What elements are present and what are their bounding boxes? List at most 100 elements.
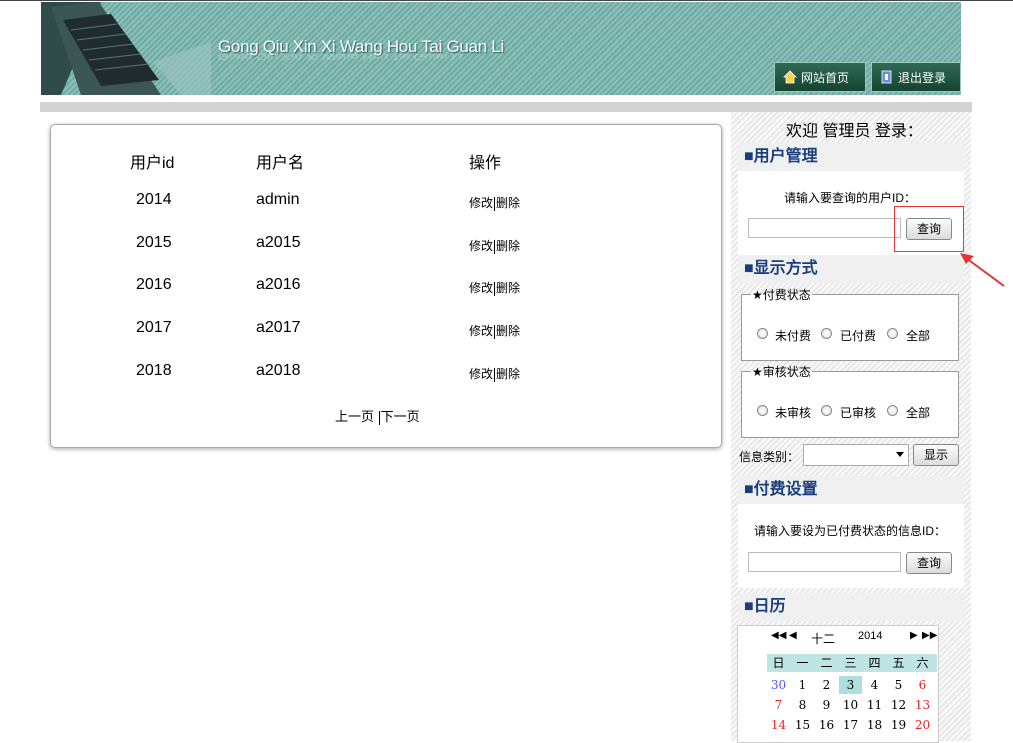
- divider: [494, 196, 496, 211]
- calendar-day[interactable]: 30: [767, 676, 790, 694]
- edit-link[interactable]: 修改: [469, 239, 493, 253]
- category-label: 信息类别：: [739, 450, 800, 464]
- category-select[interactable]: [803, 444, 909, 466]
- welcome-text: 欢迎 管理员 登录：: [786, 123, 923, 140]
- calendar-day[interactable]: 19: [887, 716, 910, 734]
- calendar-day[interactable]: 7: [767, 696, 790, 714]
- home-icon: [783, 70, 797, 84]
- calendar-day[interactable]: 5: [887, 676, 910, 694]
- pay-status-legend: ★付费状态: [752, 288, 811, 302]
- radio-reviewed-label: 已审核: [840, 406, 877, 420]
- calendar-day[interactable]: 20: [911, 716, 934, 734]
- row-actions: 修改 删除: [469, 279, 520, 296]
- calendar-day[interactable]: 13: [911, 696, 934, 714]
- calendar-day[interactable]: 11: [863, 696, 886, 714]
- calendar-month: 十二: [811, 632, 836, 646]
- calendar-day[interactable]: 1: [791, 676, 814, 694]
- annotation-arrow-icon: [960, 253, 1005, 287]
- weekday-label: 日: [767, 654, 790, 672]
- radio-review-all[interactable]: [887, 405, 898, 416]
- column-header-actions: 操作: [469, 155, 502, 172]
- calendar-title: ■日历: [738, 593, 964, 621]
- row-actions: 修改 删除: [469, 322, 520, 339]
- calendar-year: 2014: [858, 630, 883, 642]
- calendar-day[interactable]: 10: [839, 696, 862, 714]
- delete-link[interactable]: 删除: [496, 367, 520, 381]
- calendar-day[interactable]: 4: [863, 676, 886, 694]
- row-user-name: a2017: [256, 319, 301, 336]
- row-user-name: a2015: [256, 234, 301, 251]
- user-id-input[interactable]: [748, 218, 901, 238]
- calendar-day[interactable]: 17: [839, 716, 862, 734]
- column-header-id: 用户id: [130, 155, 175, 172]
- row-actions: 修改 删除: [469, 365, 520, 382]
- row-user-id: 2014: [136, 191, 172, 208]
- calendar-day[interactable]: 18: [863, 716, 886, 734]
- next-month-icon[interactable]: ▶: [910, 630, 918, 641]
- row-actions: 修改 删除: [469, 194, 520, 211]
- radio-review-all-label: 全部: [906, 406, 931, 420]
- next-page-link[interactable]: 下一页: [381, 409, 420, 424]
- pagination: 上一页 下一页: [335, 406, 420, 425]
- prev-month-icon[interactable]: ◀: [789, 630, 797, 641]
- radio-unreviewed[interactable]: [757, 405, 768, 416]
- weekday-label: 五: [887, 654, 910, 672]
- divider: [494, 281, 496, 296]
- calendar-day[interactable]: 9: [815, 696, 838, 714]
- weekday-label: 一: [791, 654, 814, 672]
- row-user-name: a2018: [256, 362, 301, 379]
- divider: [378, 410, 380, 425]
- edit-link[interactable]: 修改: [469, 281, 493, 295]
- logout-button[interactable]: 退出登录: [871, 62, 961, 92]
- delete-link[interactable]: 删除: [496, 324, 520, 338]
- calendar-day[interactable]: 12: [887, 696, 910, 714]
- calendar-day[interactable]: 14: [767, 716, 790, 734]
- home-button-label: 网站首页: [801, 70, 850, 85]
- weekday-label: 二: [815, 654, 838, 672]
- row-user-id: 2017: [136, 319, 172, 336]
- row-user-name: a2016: [256, 276, 301, 293]
- pay-id-prompt: 请输入要设为已付费状态的信息ID：: [754, 524, 947, 538]
- calendar-day[interactable]: 16: [815, 716, 838, 734]
- calendar-day-today[interactable]: 3: [839, 676, 862, 694]
- prev-page-link[interactable]: 上一页: [335, 409, 374, 424]
- radio-pay-all[interactable]: [887, 328, 898, 339]
- edit-link[interactable]: 修改: [469, 367, 493, 381]
- pay-id-input[interactable]: [748, 552, 901, 572]
- calendar-day[interactable]: 8: [791, 696, 814, 714]
- laptop-image: [41, 2, 211, 95]
- pay-status-group: ★付费状态: [741, 286, 959, 361]
- logout-button-label: 退出登录: [898, 70, 947, 85]
- radio-unpaid-label: 未付费: [775, 329, 812, 343]
- home-button[interactable]: 网站首页: [774, 62, 866, 92]
- chevron-down-icon: [896, 452, 904, 457]
- review-status-legend: ★审核状态: [752, 365, 811, 379]
- row-user-id: 2018: [136, 362, 172, 379]
- prev-year-icon[interactable]: ◀◀: [771, 630, 786, 641]
- header-divider: [40, 102, 972, 112]
- radio-reviewed[interactable]: [821, 405, 832, 416]
- user-management-title: ■用户管理: [738, 143, 964, 171]
- radio-paid[interactable]: [821, 328, 832, 339]
- review-status-group: ★审核状态: [741, 363, 959, 438]
- calendar-day[interactable]: 15: [791, 716, 814, 734]
- delete-link[interactable]: 删除: [496, 281, 520, 295]
- row-user-id: 2015: [136, 234, 172, 251]
- top-border-line: [0, 0, 1013, 1]
- delete-link[interactable]: 删除: [496, 239, 520, 253]
- calendar-day[interactable]: 2: [815, 676, 838, 694]
- show-button[interactable]: 显示: [913, 444, 959, 466]
- logout-icon: [881, 70, 892, 84]
- divider: [494, 367, 496, 382]
- pay-query-button[interactable]: 查询: [906, 552, 952, 574]
- pay-setting-section: 请输入要设为已付费状态的信息ID： 查询: [738, 504, 964, 588]
- radio-unpaid[interactable]: [757, 328, 768, 339]
- weekday-label: 三: [839, 654, 862, 672]
- edit-link[interactable]: 修改: [469, 324, 493, 338]
- site-header: Gong Qiu Xin Xi Wang Hou Tai Guan Li Gon…: [41, 2, 961, 95]
- next-year-icon[interactable]: ▶▶: [922, 630, 937, 641]
- edit-link[interactable]: 修改: [469, 196, 493, 210]
- calendar-day[interactable]: 6: [911, 676, 934, 694]
- delete-link[interactable]: 删除: [496, 196, 520, 210]
- divider: [494, 324, 496, 339]
